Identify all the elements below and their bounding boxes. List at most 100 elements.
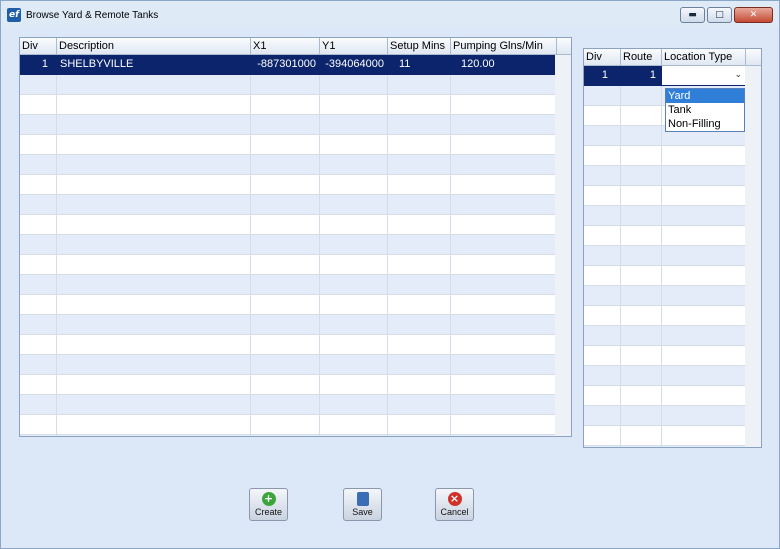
empty-cell (20, 415, 57, 435)
table-row[interactable] (20, 195, 571, 215)
empty-cell (57, 335, 251, 355)
table-row[interactable] (584, 246, 761, 266)
table-row[interactable] (20, 435, 571, 436)
column-header-x1[interactable]: X1 (251, 38, 320, 54)
table-row[interactable] (584, 366, 761, 386)
tanks-grid[interactable]: Div Description X1 Y1 Setup Mins Pumping… (19, 37, 572, 437)
table-row[interactable] (20, 175, 571, 195)
table-row[interactable] (20, 395, 571, 415)
table-row[interactable] (584, 146, 761, 166)
empty-cell (662, 226, 746, 246)
close-button[interactable]: ✕ (734, 7, 773, 23)
empty-cell (251, 335, 320, 355)
location-type-dropdown[interactable]: Yard Tank Non-Filling (665, 88, 745, 132)
empty-cell (584, 326, 621, 346)
routes-grid-scrollbar[interactable]: ⌄ (745, 66, 761, 447)
table-row[interactable] (20, 75, 571, 95)
empty-cell (320, 375, 388, 395)
empty-cell (451, 295, 557, 315)
table-row[interactable] (584, 426, 761, 446)
table-row[interactable] (584, 206, 761, 226)
table-row[interactable] (584, 286, 761, 306)
column-header-div[interactable]: Div (20, 38, 57, 54)
table-row[interactable] (584, 406, 761, 426)
empty-cell (451, 215, 557, 235)
empty-cell (584, 266, 621, 286)
chevron-down-icon[interactable]: ⌄ (734, 66, 742, 85)
empty-cell (621, 126, 662, 146)
table-row[interactable] (584, 266, 761, 286)
empty-cell (57, 195, 251, 215)
empty-cell (57, 235, 251, 255)
column-header-div[interactable]: Div (584, 49, 621, 65)
empty-cell (20, 235, 57, 255)
table-row[interactable] (20, 275, 571, 295)
table-row[interactable] (20, 255, 571, 275)
empty-cell (388, 235, 451, 255)
create-button[interactable]: + Create (249, 488, 288, 521)
table-row[interactable] (584, 446, 761, 447)
table-row[interactable] (20, 355, 571, 375)
empty-cell (20, 395, 57, 415)
table-row[interactable] (584, 226, 761, 246)
empty-cell (57, 115, 251, 135)
table-row[interactable] (584, 346, 761, 366)
table-row[interactable] (20, 155, 571, 175)
cancel-icon: × (447, 492, 462, 506)
empty-cell (320, 295, 388, 315)
table-row[interactable] (584, 166, 761, 186)
minimize-button[interactable]: ▬ (680, 7, 705, 23)
table-row[interactable] (584, 326, 761, 346)
table-row[interactable] (20, 315, 571, 335)
table-row[interactable] (20, 295, 571, 315)
table-row[interactable] (584, 186, 761, 206)
empty-cell (388, 375, 451, 395)
cancel-button[interactable]: × Cancel (435, 488, 474, 521)
column-header-location-type[interactable]: Location Type (662, 49, 746, 65)
empty-cell (662, 366, 746, 386)
table-row[interactable] (20, 375, 571, 395)
empty-cell (584, 146, 621, 166)
empty-cell (251, 215, 320, 235)
column-header-y1[interactable]: Y1 (320, 38, 388, 54)
empty-cell (20, 115, 57, 135)
empty-cell (451, 335, 557, 355)
empty-cell (320, 175, 388, 195)
empty-cell (662, 386, 746, 406)
empty-cell (388, 255, 451, 275)
empty-cell (320, 415, 388, 435)
empty-cell (451, 195, 557, 215)
empty-cell (320, 95, 388, 115)
empty-cell (662, 406, 746, 426)
tanks-grid-scrollbar[interactable]: ⌄ (555, 55, 571, 436)
table-row[interactable] (584, 306, 761, 326)
option-yard[interactable]: Yard (666, 89, 744, 103)
table-row[interactable] (20, 415, 571, 435)
column-header-pumping[interactable]: Pumping Glns/Min (451, 38, 557, 54)
title-bar: ef Browse Yard & Remote Tanks ▬ □ ✕ (1, 1, 779, 27)
maximize-button[interactable]: □ (707, 7, 732, 23)
column-header-setup-mins[interactable]: Setup Mins (388, 38, 451, 54)
table-row[interactable] (20, 215, 571, 235)
empty-cell (20, 375, 57, 395)
table-row[interactable]: 1 SHELBYVILLE -887301000 -394064000 11 1… (20, 55, 571, 75)
option-non-filling[interactable]: Non-Filling (666, 117, 744, 131)
table-row[interactable] (20, 335, 571, 355)
empty-cell (57, 175, 251, 195)
empty-cell (20, 135, 57, 155)
table-row[interactable]: 1 1 ⌄ (584, 66, 761, 86)
save-button[interactable]: Save (343, 488, 382, 521)
empty-cell (20, 155, 57, 175)
table-row[interactable] (584, 386, 761, 406)
option-tank[interactable]: Tank (666, 103, 744, 117)
column-header-description[interactable]: Description (57, 38, 251, 54)
location-type-select[interactable]: ⌄ (662, 66, 746, 86)
empty-cell (621, 406, 662, 426)
table-row[interactable] (20, 95, 571, 115)
empty-cell (584, 346, 621, 366)
table-row[interactable] (20, 115, 571, 135)
table-row[interactable] (20, 135, 571, 155)
table-row[interactable] (20, 235, 571, 255)
empty-cell (320, 315, 388, 335)
column-header-route[interactable]: Route (621, 49, 662, 65)
